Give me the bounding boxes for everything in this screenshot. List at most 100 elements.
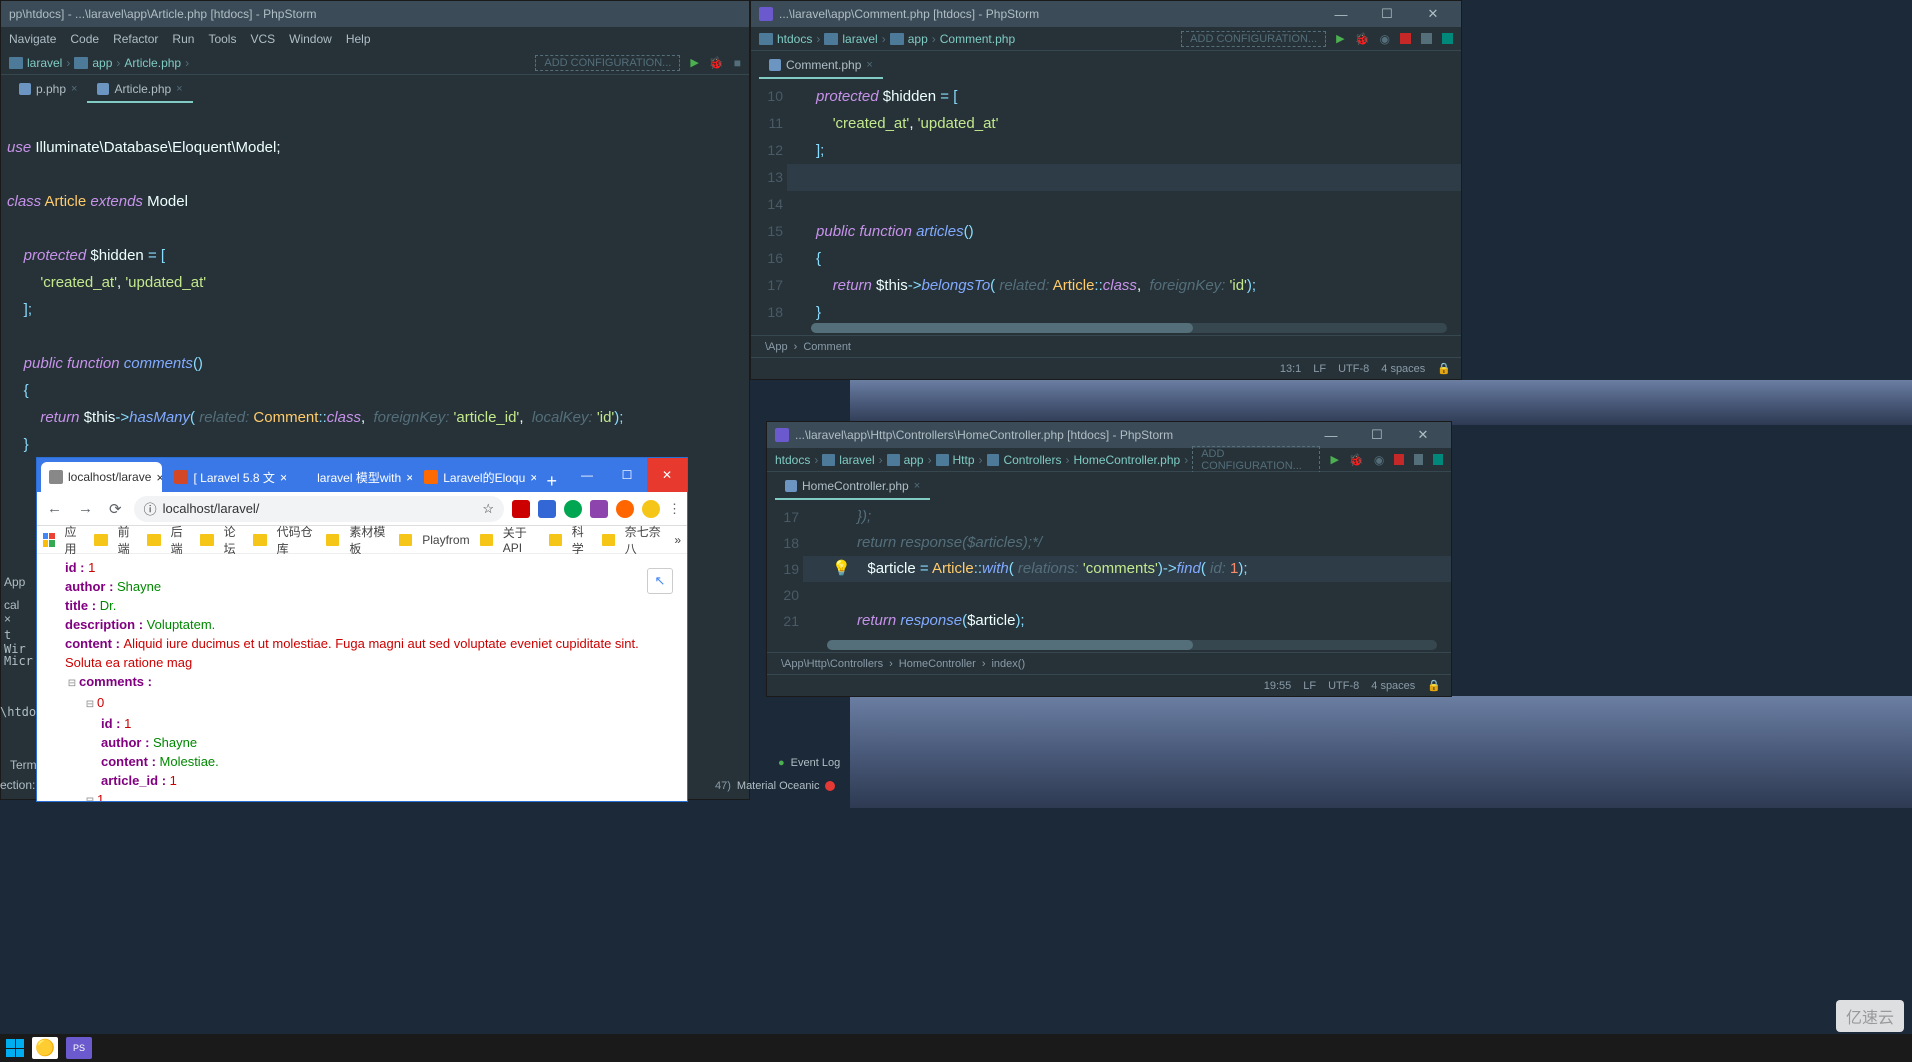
address-bar[interactable]: ⓘ localhost/laravel/ ☆: [134, 496, 504, 522]
ps-rbot-editor[interactable]: 171819202122 }); return response($articl…: [767, 500, 1451, 640]
crumb[interactable]: htdocs: [777, 32, 812, 46]
close-icon[interactable]: ×: [156, 470, 162, 485]
star-icon[interactable]: ☆: [482, 501, 494, 517]
close-icon[interactable]: ×: [406, 470, 412, 485]
minimize-button[interactable]: —: [1311, 428, 1351, 443]
horizontal-scrollbar[interactable]: [811, 323, 1447, 333]
menu-code[interactable]: Code: [70, 32, 99, 46]
crumb-laravel[interactable]: laravel: [27, 56, 62, 70]
tab-comment-php[interactable]: Comment.php×: [759, 53, 883, 79]
add-configuration-button[interactable]: ADD CONFIGURATION...: [535, 55, 680, 71]
bookmark[interactable]: 奈七奈八: [625, 523, 665, 557]
menu-icon[interactable]: ⋮: [668, 501, 681, 517]
add-configuration-button[interactable]: ADD CONFIGURATION...: [1181, 31, 1326, 47]
build-icon[interactable]: [1421, 33, 1432, 44]
tab-p-php[interactable]: p.php×: [9, 77, 87, 103]
back-button[interactable]: ←: [43, 500, 66, 517]
material-oceanic-label[interactable]: 47) Material Oceanic: [715, 780, 835, 792]
bookmark[interactable]: 素材模板: [349, 523, 389, 557]
crumb[interactable]: Http: [953, 453, 975, 467]
debug-icon[interactable]: 🐞: [1349, 453, 1364, 467]
event-log-label[interactable]: ●Event Log: [778, 757, 840, 769]
stop-icon[interactable]: [1394, 454, 1404, 465]
menu-window[interactable]: Window: [289, 32, 332, 46]
crumb[interactable]: Controllers: [1003, 453, 1061, 467]
reload-button[interactable]: ⟳: [105, 500, 126, 518]
extension-icon[interactable]: [590, 500, 608, 518]
crumb[interactable]: Comment: [803, 341, 851, 353]
forward-button[interactable]: →: [74, 500, 97, 517]
bookmark[interactable]: Playfrom: [422, 533, 469, 547]
run-icon[interactable]: ▶: [1330, 453, 1338, 466]
collapse-icon[interactable]: ⊟: [65, 674, 79, 693]
search-icon[interactable]: [1433, 454, 1443, 465]
close-button[interactable]: ✕: [647, 458, 687, 492]
taskbar-phpstorm[interactable]: PS: [66, 1037, 92, 1059]
close-icon[interactable]: ×: [176, 83, 182, 95]
bookmark[interactable]: 科学: [572, 523, 592, 557]
menu-vcs[interactable]: VCS: [250, 32, 275, 46]
menu-refactor[interactable]: Refactor: [113, 32, 158, 46]
chrome-tab-1[interactable]: [ Laravel 5.8 文×: [166, 462, 286, 492]
chrome-tab-3[interactable]: Laravel的Eloqu×: [416, 462, 536, 492]
coverage-icon[interactable]: ◉: [1380, 32, 1390, 46]
close-button[interactable]: ✕: [1413, 6, 1453, 22]
close-icon[interactable]: ×: [280, 470, 286, 485]
extension-icon[interactable]: [512, 500, 530, 518]
ps-left-titlebar[interactable]: pp\htdocs] - ...\laravel\app\Article.php…: [1, 1, 749, 27]
stop-icon[interactable]: [1400, 33, 1411, 44]
close-button[interactable]: ✕: [1403, 427, 1443, 443]
build-icon[interactable]: [1414, 454, 1424, 465]
crumb[interactable]: HomeController: [899, 658, 976, 670]
crumb-file[interactable]: Article.php: [124, 56, 181, 70]
debug-icon[interactable]: 🐞: [709, 56, 724, 70]
apps-icon[interactable]: [43, 533, 55, 547]
chrome-tab-2[interactable]: laravel 模型with×: [290, 462, 412, 492]
ps-rtop-editor[interactable]: 10111213141516171819 protected $hidden =…: [751, 79, 1461, 323]
json-arrow-icon[interactable]: ↖: [647, 568, 673, 594]
bookmark[interactable]: 关于API: [503, 524, 539, 555]
close-icon[interactable]: ×: [914, 480, 920, 492]
line-ending[interactable]: LF: [1303, 680, 1316, 692]
crumb[interactable]: app: [908, 32, 928, 46]
maximize-button[interactable]: ☐: [607, 458, 647, 492]
close-icon[interactable]: ×: [71, 83, 77, 95]
tab-homecontroller[interactable]: HomeController.php×: [775, 474, 930, 500]
overflow-icon[interactable]: »: [674, 533, 681, 547]
tab-article-php[interactable]: Article.php×: [87, 77, 192, 103]
run-icon[interactable]: ▶: [1336, 32, 1344, 45]
menu-tools[interactable]: Tools: [208, 32, 236, 46]
chrome-page-content[interactable]: ↖ id : 1 author : Shayne title : Dr. des…: [37, 554, 687, 801]
ps-rbot-titlebar[interactable]: ...\laravel\app\Http\Controllers\HomeCon…: [767, 422, 1451, 448]
line-ending[interactable]: LF: [1313, 363, 1326, 375]
indent[interactable]: 4 spaces: [1381, 363, 1425, 375]
coverage-icon[interactable]: ◉: [1374, 453, 1384, 467]
debug-icon[interactable]: 🐞: [1355, 32, 1370, 46]
bookmark[interactable]: 论坛: [224, 523, 244, 557]
horizontal-scrollbar[interactable]: [827, 640, 1437, 650]
search-icon[interactable]: [1442, 33, 1453, 44]
maximize-button[interactable]: ☐: [1367, 6, 1407, 22]
bookmark[interactable]: 后端: [171, 523, 191, 557]
taskbar-chrome[interactable]: 🟡: [32, 1037, 58, 1059]
crumb[interactable]: HomeController.php: [1073, 453, 1180, 467]
crumb[interactable]: Comment.php: [940, 32, 1015, 46]
menu-navigate[interactable]: Navigate: [9, 32, 56, 46]
encoding[interactable]: UTF-8: [1328, 680, 1359, 692]
run-icon[interactable]: ▶: [690, 56, 698, 69]
menu-run[interactable]: Run: [172, 32, 194, 46]
add-configuration-button[interactable]: ADD CONFIGURATION...: [1192, 446, 1320, 474]
maximize-button[interactable]: ☐: [1357, 427, 1397, 443]
ps-rtop-titlebar[interactable]: ...\laravel\app\Comment.php [htdocs] - P…: [751, 1, 1461, 27]
crumb[interactable]: laravel: [839, 453, 874, 467]
crumb[interactable]: \App: [765, 341, 788, 353]
collapse-icon[interactable]: ⊟: [83, 792, 97, 801]
bookmark[interactable]: 代码仓库: [277, 523, 317, 557]
crumb[interactable]: laravel: [842, 32, 877, 46]
minimize-button[interactable]: —: [1321, 7, 1361, 22]
bookmark[interactable]: 前端: [118, 523, 138, 557]
info-icon[interactable]: ⓘ: [144, 499, 157, 518]
crumb[interactable]: \App\Http\Controllers: [781, 658, 883, 670]
crumb[interactable]: htdocs: [775, 453, 810, 467]
minimize-button[interactable]: —: [567, 458, 607, 492]
